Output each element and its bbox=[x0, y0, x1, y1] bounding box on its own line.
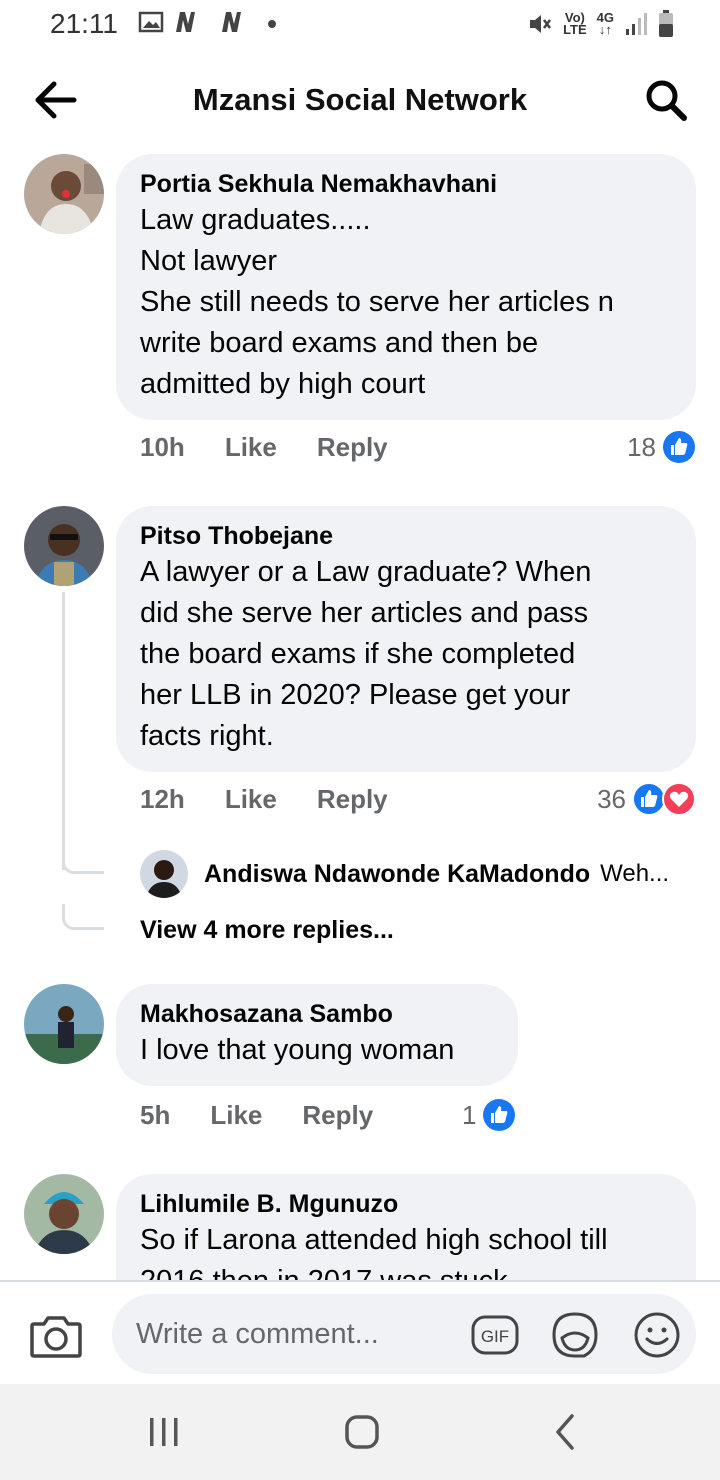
camera-button[interactable] bbox=[28, 1312, 84, 1360]
like-link[interactable]: Like bbox=[210, 1100, 262, 1131]
comment-text: A lawyer or a Law graduate? When did she… bbox=[140, 556, 592, 752]
system-icons: Vo) LTE 4G ↓↑ bbox=[527, 10, 674, 38]
sticker-icon bbox=[552, 1312, 598, 1358]
reply-author[interactable]: Andiswa Ndawonde KaMadondo bbox=[204, 860, 590, 889]
view-more-replies-link[interactable]: View 4 more replies... bbox=[140, 916, 394, 945]
mute-icon bbox=[530, 15, 552, 33]
emoji-icon bbox=[634, 1312, 680, 1358]
gallery-icon bbox=[138, 11, 164, 33]
comment-author[interactable]: Lihlumile B. Mgunuzo bbox=[140, 1188, 672, 1220]
like-link[interactable]: Like bbox=[225, 432, 277, 463]
reply-preview[interactable]: Andiswa Ndawonde KaMadondo Weh... bbox=[140, 850, 669, 898]
recents-icon bbox=[150, 1418, 178, 1446]
emoji-button[interactable] bbox=[632, 1310, 682, 1360]
back-nav-icon bbox=[556, 1414, 574, 1450]
system-nav-bar bbox=[0, 1384, 720, 1480]
volte-indicator: Vo) LTE bbox=[563, 10, 587, 37]
like-reaction-icon bbox=[663, 431, 695, 463]
comment-text: Law graduates..... Not lawyer She still … bbox=[140, 204, 614, 400]
avatar[interactable] bbox=[24, 984, 104, 1064]
comment-actions: 5h Like Reply bbox=[140, 1100, 373, 1131]
reply-link[interactable]: Reply bbox=[302, 1100, 373, 1131]
reaction-summary[interactable]: 36 bbox=[597, 782, 696, 816]
reply-snippet: Weh... bbox=[600, 860, 670, 887]
signal-icon bbox=[626, 13, 647, 35]
comment-author[interactable]: Makhosazana Sambo bbox=[140, 998, 494, 1030]
status-bar: 21:11 Vo) LTE 4G ↓↑ bbox=[0, 0, 720, 52]
comment-actions: 12h Like Reply bbox=[140, 784, 388, 815]
avatar[interactable] bbox=[140, 850, 188, 898]
reaction-count: 18 bbox=[627, 431, 656, 462]
search-icon bbox=[646, 80, 687, 121]
like-link[interactable]: Like bbox=[225, 784, 277, 815]
top-app-bar: Mzansi Social Network bbox=[0, 60, 720, 140]
home-button[interactable] bbox=[342, 1412, 382, 1452]
comment-time: 5h bbox=[140, 1100, 171, 1130]
news-app-icon bbox=[176, 12, 195, 32]
reaction-summary[interactable]: 18 bbox=[627, 430, 696, 464]
love-reaction-icon bbox=[662, 782, 696, 816]
like-reaction-icon bbox=[483, 1099, 516, 1131]
recents-button[interactable] bbox=[144, 1412, 184, 1452]
comment-bubble[interactable]: Pitso Thobejane A lawyer or a Law gradua… bbox=[116, 506, 696, 772]
comment-author[interactable]: Portia Sekhula Nemakhavhani bbox=[140, 168, 672, 200]
home-icon bbox=[345, 1415, 379, 1449]
notification-icons bbox=[138, 10, 278, 34]
dot-icon bbox=[268, 20, 276, 28]
thread-connector-branch bbox=[62, 904, 104, 930]
comment-bubble[interactable]: Makhosazana Sambo I love that young woma… bbox=[116, 984, 518, 1086]
news-app-icon-2 bbox=[222, 12, 241, 32]
like-reaction-icon bbox=[632, 782, 666, 816]
sticker-button[interactable] bbox=[550, 1310, 600, 1360]
comment-actions: 10h Like Reply bbox=[140, 432, 388, 463]
battery-icon bbox=[659, 10, 673, 37]
avatar[interactable] bbox=[24, 154, 104, 234]
reaction-count: 1 bbox=[462, 1099, 477, 1130]
comment-bubble[interactable]: Lihlumile B. Mgunuzo So if Larona attend… bbox=[116, 1174, 696, 1280]
network-type: 4G ↓↑ bbox=[596, 10, 614, 37]
system-back-button[interactable] bbox=[546, 1412, 586, 1452]
reaction-summary[interactable]: 1 bbox=[462, 1098, 516, 1132]
search-button[interactable] bbox=[642, 76, 690, 124]
reply-link[interactable]: Reply bbox=[317, 432, 388, 463]
gif-icon: GIF bbox=[471, 1315, 519, 1355]
comment-text: So if Larona attended high school till 2… bbox=[140, 1224, 608, 1280]
comment-composer: GIF bbox=[0, 1280, 720, 1384]
reply-link[interactable]: Reply bbox=[317, 784, 388, 815]
camera-icon bbox=[30, 1316, 82, 1358]
comments-feed[interactable]: Portia Sekhula Nemakhavhani Law graduate… bbox=[0, 140, 720, 1280]
reaction-count: 36 bbox=[597, 783, 626, 814]
svg-text:GIF: GIF bbox=[481, 1327, 509, 1346]
thread-connector-branch bbox=[62, 850, 104, 874]
gif-button[interactable]: GIF bbox=[470, 1310, 520, 1360]
avatar[interactable] bbox=[24, 506, 104, 586]
status-time: 21:11 bbox=[50, 8, 118, 39]
comment-input[interactable] bbox=[112, 1294, 696, 1374]
thread-connector bbox=[62, 592, 65, 870]
comment-author[interactable]: Pitso Thobejane bbox=[140, 520, 672, 552]
comment-time: 10h bbox=[140, 432, 185, 462]
comment-bubble[interactable]: Portia Sekhula Nemakhavhani Law graduate… bbox=[116, 154, 696, 420]
comment-time: 12h bbox=[140, 784, 185, 814]
page-title: Mzansi Social Network bbox=[192, 82, 528, 117]
comment-text: I love that young woman bbox=[140, 1034, 455, 1066]
avatar[interactable] bbox=[24, 1174, 104, 1254]
